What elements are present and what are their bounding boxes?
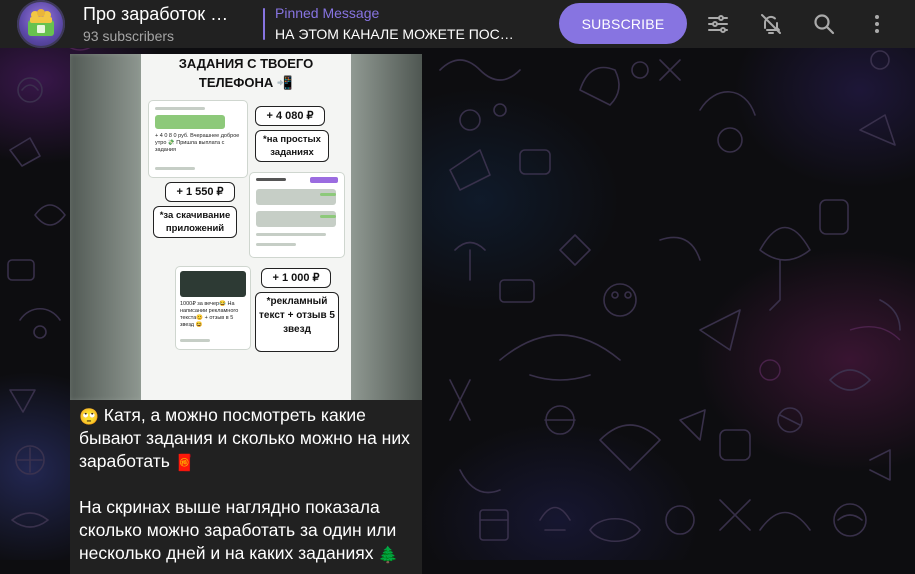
- photo-blur-right: [350, 54, 422, 400]
- paragraph-2-text: На скринах выше наглядно показала скольк…: [79, 497, 397, 563]
- amount-3: + 1 000 ₽: [261, 268, 331, 288]
- pinned-text: НА ЭТОМ КАНАЛЕ МОЖЕТЕ ПОС…: [275, 26, 514, 42]
- note-3: *рекламный текст + отзыв 5 звезд: [255, 292, 339, 352]
- screenshot-card-1: + 4 0 8 0 руб. Вчерашнее доброе утро 💸 П…: [148, 100, 248, 178]
- sliders-icon[interactable]: [706, 12, 730, 36]
- emoji-end-1: 🧧: [174, 455, 195, 472]
- subscriber-count: 93 subscribers: [83, 28, 175, 44]
- amount-2: + 1 550 ₽: [165, 182, 235, 202]
- collage-heading-line1: ЗАДАНИЯ С ТВОЕГО: [178, 56, 314, 71]
- message-paragraph-1: 🙄 Катя, а можно посмотреть какие бывают …: [79, 404, 415, 473]
- card-1-text: + 4 0 8 0 руб. Вчерашнее доброе утро 💸 П…: [155, 133, 240, 153]
- channel-avatar[interactable]: [17, 0, 65, 48]
- search-icon[interactable]: [812, 12, 836, 36]
- pinned-indicator-bar: [263, 8, 265, 40]
- screenshot-card-3: 1000₽ за вечер😂 На написании рекламного …: [175, 266, 251, 350]
- emoji-start-1: 🙄: [79, 409, 99, 426]
- message-paragraph-2: На скринах выше наглядно показала скольк…: [79, 496, 415, 565]
- message-bubble: ЗАДАНИЯ С ТВОЕГО ТЕЛЕФОНА 📲 + 4 0 8 0 ру…: [70, 54, 422, 574]
- paragraph-1-text: Катя, а можно посмотреть какие бывают за…: [79, 405, 410, 471]
- chat-header: Про заработок … 93 subscribers Pinned Me…: [0, 0, 915, 48]
- more-vertical-icon[interactable]: [865, 12, 889, 36]
- bell-off-icon[interactable]: [759, 12, 783, 36]
- message-text: 🙄 Катя, а можно посмотреть какие бывают …: [79, 404, 415, 565]
- subscribe-button[interactable]: SUBSCRIBE: [559, 3, 687, 44]
- collage-image: ЗАДАНИЯ С ТВОЕГО ТЕЛЕФОНА 📲 + 4 0 8 0 ру…: [141, 54, 351, 400]
- channel-title: Про заработок …: [83, 4, 229, 24]
- money-bag-icon: [28, 9, 54, 36]
- pinned-label: Pinned Message: [275, 5, 380, 21]
- screenshot-card-2: [249, 172, 345, 258]
- message-photo[interactable]: ЗАДАНИЯ С ТВОЕГО ТЕЛЕФОНА 📲 + 4 0 8 0 ру…: [70, 54, 422, 400]
- photo-blur-left: [70, 54, 142, 400]
- emoji-end-2: 🌲: [378, 547, 399, 564]
- amount-1: + 4 080 ₽: [255, 106, 325, 126]
- collage-heading-line2: ТЕЛЕФОНА 📲: [198, 75, 294, 90]
- note-2: *за скачивание приложений: [153, 206, 237, 238]
- card-3-text: 1000₽ за вечер😂 На написании рекламного …: [180, 301, 239, 328]
- pinned-message[interactable]: Pinned Message НА ЭТОМ КАНАЛЕ МОЖЕТЕ ПОС…: [263, 5, 535, 43]
- note-1: *на простых заданиях: [255, 130, 329, 162]
- collage-heading: ЗАДАНИЯ С ТВОЕГО ТЕЛЕФОНА 📲: [141, 54, 351, 92]
- channel-title-block[interactable]: Про заработок … 93 subscribers: [83, 4, 243, 45]
